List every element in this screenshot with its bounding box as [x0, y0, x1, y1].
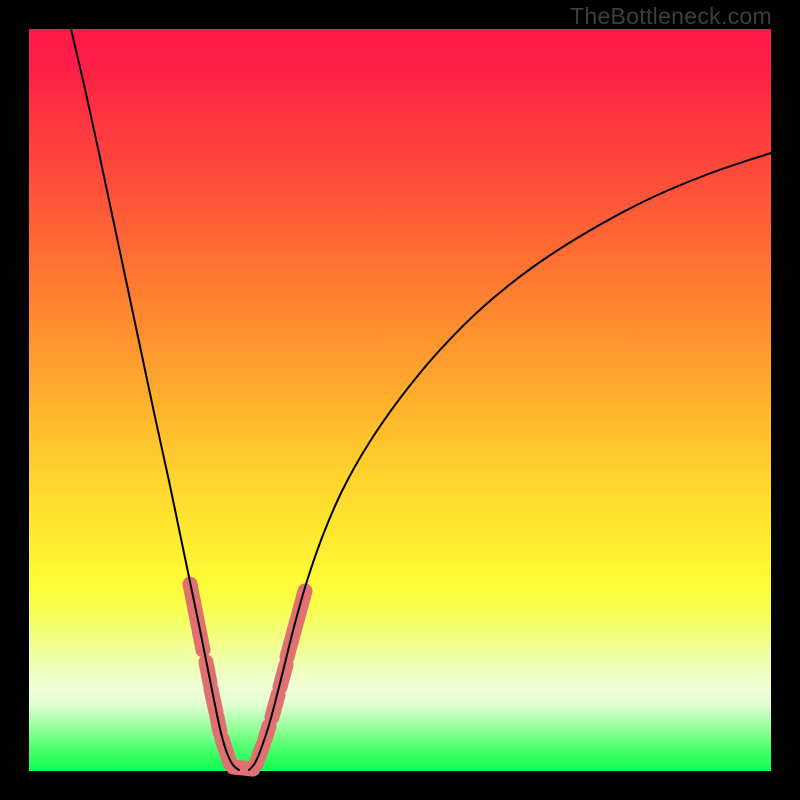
right-branch-curve — [249, 153, 771, 770]
outer-frame: TheBottleneck.com — [0, 0, 800, 800]
left-branch-curve — [71, 29, 239, 770]
chart-svg — [29, 29, 771, 771]
bead-layer — [190, 584, 305, 769]
watermark-text: TheBottleneck.com — [570, 3, 772, 30]
